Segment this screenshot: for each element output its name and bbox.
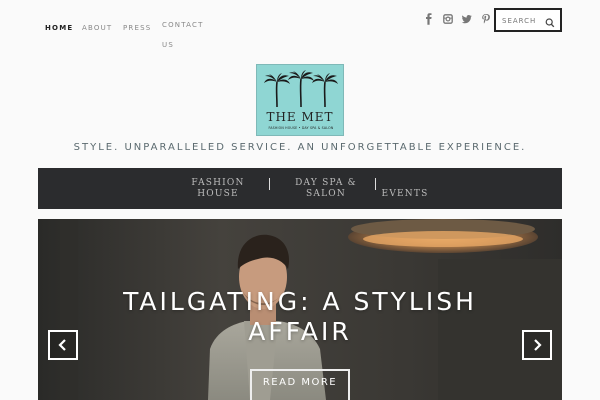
top-nav: HOME ABOUT PRESS CONTACT US bbox=[40, 14, 220, 54]
slider-next-button[interactable] bbox=[522, 330, 552, 360]
site-tagline: STYLE. UNPARALLELED SERVICE. AN UNFORGET… bbox=[73, 142, 527, 153]
nav-press[interactable]: PRESS bbox=[123, 24, 151, 32]
site-logo[interactable]: THE MET FASHION HOUSE • DAY SPA & SALON bbox=[256, 64, 344, 136]
facebook-icon[interactable] bbox=[424, 13, 434, 25]
menu-item-events[interactable]: EVENTS bbox=[380, 189, 430, 200]
slide-title[interactable]: TAILGATING: A STYLISH AFFAIR bbox=[78, 287, 522, 347]
logo-subtitle: FASHION HOUSE • DAY SPA & SALON bbox=[268, 126, 334, 130]
pinterest-icon[interactable] bbox=[481, 13, 491, 25]
search-box bbox=[494, 8, 562, 32]
twitter-icon[interactable] bbox=[461, 13, 472, 25]
menu-divider bbox=[375, 178, 376, 190]
instagram-icon[interactable] bbox=[443, 13, 453, 25]
chevron-right-icon bbox=[534, 339, 542, 351]
menu-item-day-spa-salon[interactable]: DAY SPA & SALON bbox=[290, 178, 362, 200]
search-icon[interactable] bbox=[545, 14, 555, 28]
menu-item-fashion-house[interactable]: FASHION HOUSE bbox=[188, 178, 248, 200]
nav-about[interactable]: ABOUT bbox=[82, 24, 112, 32]
read-more-button[interactable]: READ MORE bbox=[250, 369, 350, 400]
logo-name: THE MET bbox=[266, 110, 334, 124]
main-menu: FASHION HOUSE DAY SPA & SALON EVENTS bbox=[38, 168, 562, 209]
search-input[interactable] bbox=[502, 14, 546, 27]
palm-trees-icon bbox=[264, 70, 338, 108]
chevron-left-icon bbox=[58, 339, 66, 351]
slider-prev-button[interactable] bbox=[48, 330, 78, 360]
nav-contact-us[interactable]: CONTACT US bbox=[162, 15, 210, 55]
menu-divider bbox=[269, 178, 270, 190]
hero-slider: TAILGATING: A STYLISH AFFAIR READ MORE bbox=[38, 219, 562, 400]
nav-home[interactable]: HOME bbox=[45, 24, 73, 32]
social-links bbox=[424, 13, 491, 25]
